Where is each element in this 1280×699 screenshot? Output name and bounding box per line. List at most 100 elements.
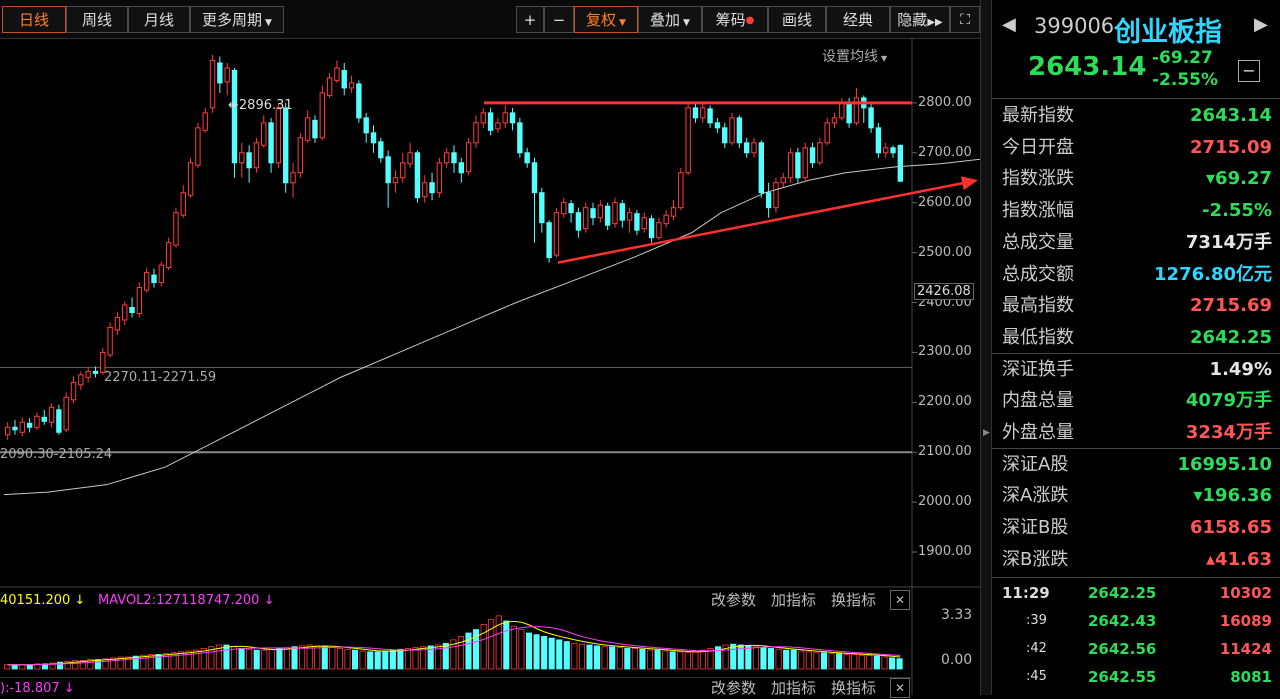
volume-bar [276,648,283,670]
volume-bar [374,651,381,670]
chips-button[interactable]: 筹码● [702,6,768,33]
candle-body [151,274,157,284]
tick-row: 11:29 2642.25 10302 [992,579,1280,607]
candle-body [517,122,523,154]
volume-close-icon[interactable]: ✕ [890,590,910,610]
candle-body [78,374,84,386]
draw-line-button[interactable]: 画线 [768,6,826,33]
volume-bar [382,650,389,670]
stat-value: -2.55% [1202,200,1272,222]
hide-button[interactable]: 隐藏▶▶ [890,6,950,33]
volume-bar [843,654,850,670]
volume-legend-2: MAVOL2:127118747.200 ↓ [98,593,275,608]
collapse-arrow-icon: ▶ [983,428,990,438]
stat-row: 深证换手 1.49% [992,354,1280,385]
fuquan-dropdown[interactable]: 复权 ▼ [574,6,638,33]
candle-body [509,112,516,124]
macd-add-indicator-button[interactable]: 加指标 [771,678,816,699]
stat-value: ▾69.27 [1206,168,1272,190]
collapse-icon[interactable]: − [1238,60,1260,82]
volume-add-indicator-button[interactable]: 加指标 [771,590,816,611]
tick-volume: 8081 [1230,668,1272,686]
volume-bar [26,664,33,670]
volume-bar [238,648,245,670]
tick-price: 2642.25 [1088,584,1157,602]
candle-body [685,107,691,174]
volume-bar [646,649,654,670]
high-value: 2896.31 [238,98,293,113]
dropdown-arrow-icon: ▼ [265,18,272,28]
volume-bar [654,649,661,670]
candle-body [626,212,633,221]
zoom-out-button[interactable]: − [544,6,574,33]
prev-stock-icon[interactable]: ◀ [1002,14,1016,35]
volume-bar [223,644,230,670]
candle-body [187,162,194,196]
volume-bar [745,645,752,670]
volume-switch-indicator-button[interactable]: 换指标 [831,590,876,611]
stat-row: 指数涨幅 -2.55% [992,195,1280,226]
price-tick-label: 2800.00 [918,94,972,110]
macd-close-icon[interactable]: ✕ [890,678,910,698]
stat-value: 2715.69 [1190,295,1272,317]
period-daily-button[interactable]: 日线 [2,6,66,33]
fullscreen-icon[interactable]: ⛶ [950,6,980,33]
volume-bar [246,648,253,670]
volume-axis-top: 3.33 [941,607,973,623]
stat-label: 深B涨跌 [1002,548,1069,570]
price-tick-label: 2100.00 [918,444,972,460]
period-weekly-button[interactable]: 周线 [66,6,128,33]
overlay-dropdown[interactable]: 叠加 ▼ [638,6,702,33]
macd-edit-params-button[interactable]: 改参数 [711,678,756,699]
current-price: 2643.14 [1028,52,1147,82]
volume-axis-bottom: 0.00 [941,652,973,668]
classic-button[interactable]: 经典 [826,6,890,33]
candle-body [817,142,823,164]
candle-body [202,112,208,131]
zoom-in-button[interactable]: + [516,6,544,33]
candle-body [129,307,135,313]
volume-bar [881,656,888,670]
candle-body [385,156,391,184]
candle-body [85,370,91,378]
stat-label: 总成交量 [1002,231,1074,253]
candle-body [378,141,384,159]
volume-bar [594,645,601,670]
candle-body [692,107,699,119]
dropdown-arrow-icon: ▼ [619,18,626,28]
period-monthly-button[interactable]: 月线 [128,6,190,33]
volume-panel-header: 40151.200 ↓ MAVOL2:127118747.200 ↓ 改参数 加… [0,590,912,611]
tick-time: 11:29 [1002,584,1050,602]
candle-body [495,122,501,130]
candle-body [326,77,333,96]
chart-toolbar: 日线 周线 月线 更多周期 ▼ + − 复权 ▼ 叠加 ▼ 筹码● 画线 经典 隐藏▶… [0,0,980,39]
quote-panel: ◀ 399006 创业板指 ▶ 2643.14 -69.27 -2.55% − … [991,0,1280,695]
volume-bar [19,664,26,670]
volume-bar [132,655,139,670]
stat-label: 内盘总量 [1002,390,1074,412]
volume-bar [321,646,328,670]
stock-name: 创业板指 [1114,17,1222,48]
stat-value: 4079万手 [1185,390,1272,412]
mid-annotation: 2270.11-2271.59 [104,370,217,385]
candle-body [217,62,223,84]
candle-body [231,69,238,164]
candle-body [802,147,808,179]
candle-body [304,117,311,141]
volume-bar [329,647,336,670]
price-change-pct: -2.55% [1152,70,1219,90]
macd-switch-indicator-button[interactable]: 换指标 [831,678,876,699]
volume-bar [465,632,472,670]
volume-bar [586,644,593,670]
stat-value: 1.49% [1209,358,1272,380]
stat-value: 1276.80亿元 [1154,263,1272,285]
volume-bar [571,642,578,670]
volume-bar [314,645,321,670]
stat-label: 今日开盘 [1002,136,1074,158]
next-stock-icon[interactable]: ▶ [1254,14,1268,35]
volume-edit-params-button[interactable]: 改参数 [711,590,756,611]
volume-bar [488,618,495,670]
volume-bars [4,615,903,670]
more-periods-dropdown[interactable]: 更多周期 ▼ [190,6,284,33]
high-arrow-icon: ↞ [228,98,239,113]
